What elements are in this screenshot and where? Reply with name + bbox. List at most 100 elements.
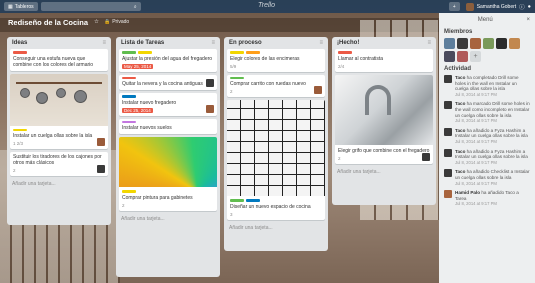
card[interactable]: Ajustar la presión del agua del fregader… <box>119 49 217 72</box>
activity-text: ha marcado Drill some holes in the wall … <box>455 101 530 118</box>
card[interactable]: Instalar nuevos suelos <box>119 118 217 149</box>
card[interactable]: Elegir colores de las encimeras 5/9 <box>227 49 325 72</box>
list-hecho: ¡Hecho! ≡ Llamar al contratista 2/4 Eleg… <box>332 37 436 205</box>
card-title: Sustituir los tiradores de los cajones p… <box>13 154 102 166</box>
card-title: Ajustar la presión del agua del fregader… <box>122 55 213 62</box>
card-title: Llamar al contratista <box>338 55 384 62</box>
avatar[interactable] <box>496 38 507 49</box>
card[interactable]: Elegir grifo que combine con el fregader… <box>335 74 433 164</box>
visibility-label: Privado <box>112 19 130 25</box>
card-badges: 1 2/3 <box>13 141 24 146</box>
avatar[interactable] <box>483 38 494 49</box>
add-button[interactable]: + <box>448 2 460 11</box>
list-title[interactable]: Ideas <box>12 40 27 46</box>
card-badges: 2 <box>338 155 341 161</box>
list-menu-icon[interactable]: ≡ <box>102 40 106 46</box>
card-title: Conseguir una estufa nueva que combine c… <box>13 55 94 68</box>
avatar[interactable] <box>470 38 481 49</box>
avatar <box>465 2 474 11</box>
card[interactable]: Instalar un cuelga ollas sobre la isla 1… <box>10 73 108 149</box>
activity-user[interactable]: Taco <box>455 128 465 133</box>
activity-date: Jul 8, 2014 at 9:17 PM <box>455 201 497 207</box>
avatar[interactable] <box>444 51 455 62</box>
user-name: Samantha Gobert <box>476 3 517 10</box>
avatar <box>314 86 322 94</box>
card-title: Quitar la nevera y la cocina antiguas <box>122 81 203 87</box>
visibility-toggle[interactable]: 🔒 Privado <box>104 19 129 25</box>
card-cover-image <box>10 73 108 126</box>
list-menu-icon[interactable]: ≡ <box>211 40 215 46</box>
info-icon[interactable]: ⓘ <box>519 3 525 11</box>
add-member-button[interactable]: + <box>470 51 481 62</box>
activity-user[interactable]: Taco <box>455 169 465 174</box>
avatar <box>422 152 430 161</box>
activity-user[interactable]: Taco <box>455 149 465 154</box>
activity-user[interactable]: Hamid Palo <box>455 190 480 195</box>
activity-item: Taco ha añadido a Fyza Hashim a Instalar… <box>444 127 530 145</box>
board-header: Rediseño de la Cocina ☆ 🔒 Privado <box>0 13 440 31</box>
list-menu-icon[interactable]: ≡ <box>427 40 431 46</box>
avatar[interactable] <box>509 38 520 49</box>
activity-text: ha añadido Checklist a Instalar un cuelg… <box>455 169 530 180</box>
card-badges: 2 <box>230 89 233 94</box>
due-date-badge: Dec 25, 2014 <box>122 107 153 113</box>
board-title[interactable]: Rediseño de la Cocina <box>8 18 88 27</box>
avatar[interactable] <box>444 38 455 49</box>
add-card-link[interactable]: Añadir una tarjeta... <box>10 179 108 188</box>
member-list: + <box>444 38 530 62</box>
activity-date: Jul 8, 2014 at 9:17 PM <box>455 180 497 186</box>
add-card-link[interactable]: Añadir una tarjeta... <box>119 214 217 223</box>
list-title[interactable]: ¡Hecho! <box>337 40 359 46</box>
card[interactable]: Comprar pintura para gabinetes 2 <box>119 137 217 211</box>
avatar <box>444 127 452 136</box>
list-menu-icon[interactable]: ≡ <box>319 40 323 46</box>
card-badges: 5/9 <box>230 63 237 69</box>
lock-icon: 🔒 <box>103 19 111 25</box>
list-title[interactable]: En proceso <box>229 40 262 46</box>
add-card-link[interactable]: Añadir una tarjeta... <box>335 167 433 176</box>
list-title[interactable]: Lista de Tareas <box>121 40 164 46</box>
activity-user[interactable]: Taco <box>455 75 465 80</box>
user-menu[interactable]: Samantha Gobert <box>465 2 517 11</box>
label-yellow <box>122 190 136 193</box>
notifications-icon[interactable]: ● <box>528 4 531 10</box>
activity-item: Taco ha añadido a Fyza Hashim a Instalar… <box>444 148 530 166</box>
label-red <box>338 51 352 54</box>
card[interactable]: Sustituir los tiradores de los cajones p… <box>10 152 108 176</box>
close-icon[interactable]: × <box>526 17 530 23</box>
card[interactable]: Diseñar un nuevo espacio de cocina 3 <box>227 100 325 220</box>
card[interactable]: Comprar carrito con ruedas nuevo 2 <box>227 74 325 97</box>
avatar <box>97 165 105 173</box>
side-menu: Menú × Miembros + Actividad Taco ha comp… <box>439 13 535 283</box>
app-logo[interactable]: Trello <box>258 2 275 9</box>
label-yellow <box>13 128 27 131</box>
label-yellow <box>138 51 152 54</box>
avatar <box>444 101 452 110</box>
add-card-link[interactable]: Añadir una tarjeta... <box>227 223 325 232</box>
card[interactable]: Quitar la nevera y la cocina antiguas <box>119 74 217 90</box>
label-red <box>13 51 27 54</box>
avatar <box>97 138 105 146</box>
search-input[interactable]: ⌕ <box>40 2 141 11</box>
label-green <box>230 199 244 202</box>
avatar[interactable] <box>457 51 468 62</box>
card[interactable]: Conseguir una estufa nueva que combine c… <box>10 49 108 71</box>
activity-date: Jul 8, 2014 at 9:17 PM <box>455 118 497 124</box>
boards-button[interactable]: ▦ Tableros <box>4 2 38 11</box>
avatar <box>206 79 214 87</box>
list-proceso: En proceso ≡ Elegir colores de las encim… <box>224 37 328 251</box>
label-purple <box>122 120 136 123</box>
card-title: Instalar nuevos suelos <box>122 125 172 131</box>
card[interactable]: Instalar nuevo fregadero Dec 25, 2014 <box>119 93 217 116</box>
label-blue <box>122 95 136 98</box>
card[interactable]: Llamar al contratista 2/4 <box>335 49 433 72</box>
card-cover-image <box>227 100 325 196</box>
label-red <box>122 76 136 79</box>
avatar[interactable] <box>457 38 468 49</box>
star-icon[interactable]: ☆ <box>94 19 99 25</box>
avatar <box>206 104 214 113</box>
menu-title: Menú <box>477 17 493 23</box>
activity-user[interactable]: Taco <box>455 101 465 106</box>
board-icon: ▦ <box>8 3 13 10</box>
label-orange <box>246 51 260 54</box>
